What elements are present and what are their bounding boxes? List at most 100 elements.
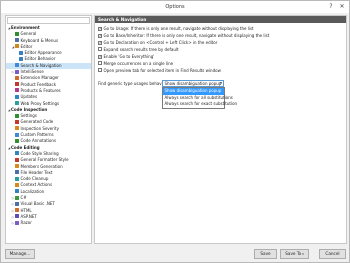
search-navigation-icon: [15, 63, 19, 68]
save-to-button[interactable]: Save To▾: [280, 249, 309, 259]
tree-item-label: Code Cleanup: [20, 176, 49, 182]
tree-item-label: IntelliSense: [20, 69, 44, 75]
tree-item-label: Members Generation: [20, 163, 63, 169]
tree-item-label: Editor Appearance: [24, 50, 62, 56]
option-row[interactable]: Merge occurrences on a single line: [98, 61, 173, 66]
extension-manager-icon: [15, 75, 19, 80]
options-tree: ◢Environment General Keyboard & Menus ◢ Edit…: [6, 25, 91, 227]
chevron-down-icon: ▼: [219, 81, 222, 85]
tree-item-label: Localization: [20, 188, 45, 194]
tree-item-label: Code Editing: [11, 144, 40, 150]
save-to-arrow-icon: ▾: [302, 252, 304, 256]
tree-item[interactable]: ▷ Razor: [6, 220, 91, 226]
tree-item-label: Editor Behavior: [24, 56, 56, 62]
find-generic-select[interactable]: Show disambiguation popup ▼: [162, 80, 224, 87]
tree-item-label: Product Feedback: [20, 81, 57, 87]
option-label: Open preview tab for selected item in Fi…: [103, 68, 221, 73]
window-title: Options: [165, 4, 185, 10]
dropdown-option[interactable]: Always search for all substitutions: [163, 95, 233, 102]
settings-icon: [15, 113, 19, 118]
tree-item-label: Context Actions: [20, 182, 53, 188]
tree-item-label: HTML: [20, 207, 32, 213]
option-row[interactable]: ✓Go to Declaration on <Control + Left Cl…: [98, 40, 218, 46]
inspection-severity-icon: [15, 126, 19, 131]
tree-item-label: Visual Basic .NET: [20, 201, 55, 207]
save-button[interactable]: Save: [254, 249, 277, 259]
editor-appearance-icon: [19, 50, 23, 55]
code-annotations-icon: [15, 138, 19, 143]
tree-item-label: File Header Text: [20, 169, 53, 175]
tree-item-label: Editor: [20, 43, 33, 49]
editor-behavior-icon: [19, 56, 23, 61]
custom-patterns-icon: [15, 132, 19, 137]
title-bar: Options ? ✕: [1, 1, 349, 13]
option-label: Enable 'Go to Everything': [103, 54, 155, 59]
tree-item-label: Products & Features: [20, 87, 61, 93]
keyboard-icon: [15, 38, 19, 43]
save-to-label: Save To: [285, 251, 302, 256]
option-checkbox[interactable]: ✓: [98, 55, 102, 60]
web-proxy-icon: [15, 101, 19, 106]
find-generic-dropdown: Show disambiguation popup Always search f…: [162, 87, 238, 110]
general-icon: [15, 31, 19, 36]
page-title: Search & Navigation: [95, 16, 346, 23]
aspnet-icon: [15, 214, 19, 219]
tree-item-label: Extension Manager: [20, 75, 59, 81]
members-generation-icon: [15, 164, 19, 169]
csharp-icon: [15, 195, 19, 200]
tree-item-label: ASP.NET: [20, 213, 37, 219]
option-row[interactable]: ✓Enable 'Go to Everything': [98, 54, 155, 60]
option-row[interactable]: Open preview tab for selected item in Fi…: [98, 68, 221, 73]
tree-item-label: Inspection Severity: [20, 125, 59, 131]
option-checkbox[interactable]: ✓: [98, 27, 102, 32]
razor-icon: [15, 220, 19, 225]
tree-item-label: Web Proxy Settings: [20, 100, 60, 106]
option-checkbox[interactable]: [98, 61, 102, 66]
options-tree-panel: ◢Environment General Keyboard & Menus ◢ Edit…: [5, 15, 92, 244]
options-search-input[interactable]: [7, 17, 90, 24]
localization-icon: [15, 189, 19, 194]
help-button[interactable]: ?: [327, 3, 335, 10]
code-style-sharing-icon: [15, 151, 19, 156]
find-generic-label: Find generic type usages behavior:: [98, 81, 169, 86]
options-window: Options ? ✕ ◢Environment General Keyboard …: [0, 0, 350, 263]
option-checkbox[interactable]: [98, 68, 102, 73]
option-row[interactable]: Expand search results tree by default: [98, 47, 179, 52]
editor-icon: [15, 44, 19, 49]
cancel-button[interactable]: Cancel: [319, 249, 346, 259]
visual-basic-icon: [15, 201, 19, 206]
intellisense-icon: [15, 69, 19, 74]
dropdown-option[interactable]: Show disambiguation popup: [163, 88, 224, 95]
code-cleanup-icon: [15, 176, 19, 181]
formatter-style-icon: [15, 157, 19, 162]
tree-item-label: General Formatter Style: [20, 157, 69, 163]
close-button[interactable]: ✕: [338, 3, 346, 10]
tree-item-label: Keyboard & Menus: [20, 37, 59, 43]
html-icon: [15, 208, 19, 213]
option-checkbox[interactable]: ✓: [98, 34, 102, 39]
option-checkbox[interactable]: ✓: [98, 41, 102, 46]
option-label: Go to Declaration on <Control + Left Cli…: [103, 40, 218, 45]
tree-item-label: Search & Navigation: [20, 62, 62, 68]
option-label: Expand search results tree by default: [103, 47, 179, 52]
generated-code-icon: [15, 119, 19, 124]
tree-item-label: General: [20, 31, 37, 37]
settings-page: Search & Navigation ✓Go to Usage: If the…: [94, 15, 347, 244]
tree-item-label: C#: [20, 195, 27, 201]
tree-item-label: Razor: [20, 220, 32, 226]
tree-item-label: Generated Code: [20, 119, 54, 125]
tree-item-label: Code Style Sharing: [20, 150, 59, 156]
option-label: Go to Base/Inheritor: If there is only o…: [103, 33, 270, 38]
option-checkbox[interactable]: [98, 47, 102, 52]
tree-item-label: Code Inspection: [11, 106, 48, 112]
tree-item-label: Environment: [11, 25, 40, 30]
products-features-icon: [15, 88, 19, 93]
manage-button[interactable]: Manage...: [5, 249, 35, 259]
file-header-icon: [15, 170, 19, 175]
updates-icon: [15, 94, 19, 99]
dropdown-option[interactable]: Always search for exact substitution: [163, 101, 238, 108]
option-row[interactable]: ✓Go to Base/Inheritor: If there is only …: [98, 33, 270, 39]
option-label: Go to Usage: If there is only one result…: [103, 26, 254, 31]
option-label: Merge occurrences on a single line: [103, 61, 174, 66]
option-row[interactable]: ✓Go to Usage: If there is only one resul…: [98, 26, 254, 32]
